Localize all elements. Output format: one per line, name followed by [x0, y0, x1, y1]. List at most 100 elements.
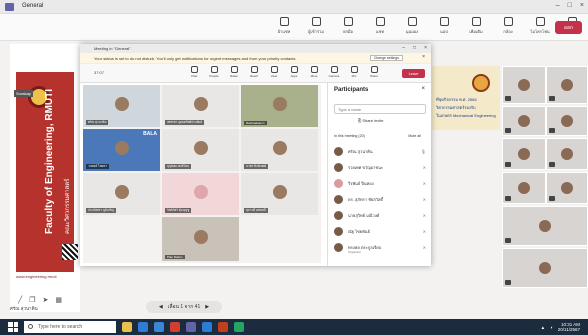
outer-tile[interactable] — [502, 66, 546, 104]
chrome-icon[interactable] — [170, 322, 180, 332]
outer-tile[interactable] — [502, 248, 588, 288]
in-meeting-section[interactable]: In this meeting (20) — [334, 134, 365, 138]
video-tile[interactable]: รัตติภัสร์ คุ้มบุญชู — [162, 173, 239, 215]
outer-tool-7[interactable]: กล้อง — [496, 17, 520, 35]
store-icon[interactable] — [154, 322, 164, 332]
mic-off-icon: ✕ — [422, 197, 426, 202]
change-settings-button[interactable]: Change settings — [369, 55, 403, 61]
minimize-icon[interactable]: – — [402, 45, 405, 51]
copy-icon[interactable]: ❐ — [29, 296, 35, 304]
share-invite-button[interactable]: ⎘ Share invite — [358, 118, 383, 123]
participant-row[interactable]: ศรัณ สุวนาคิน 🎙 — [334, 145, 426, 158]
participant-row[interactable]: ณัฐ ไชยพันธ์ ✕ — [334, 225, 426, 238]
react-icon — [250, 66, 258, 73]
video-tile[interactable]: วนพงษ์ ไชยทา BALA — [83, 129, 160, 171]
tool-share[interactable]: Share — [365, 66, 383, 78]
react-icon — [375, 17, 385, 26]
share-icon — [370, 66, 378, 73]
pen-icon[interactable]: ╱ — [18, 296, 22, 304]
raise-hand-icon — [230, 66, 238, 73]
powerpoint-icon[interactable] — [218, 322, 228, 332]
video-tile[interactable]: Palo Radon — [162, 217, 239, 261]
outer-tile[interactable] — [502, 138, 546, 170]
close-icon[interactable]: × — [421, 86, 425, 92]
tool-view[interactable]: View — [265, 66, 283, 78]
outer-tile[interactable] — [546, 138, 588, 170]
network-icon[interactable]: ▲ — [541, 325, 545, 330]
video-tile[interactable]: นวพร สิงห์เทพย์ — [241, 129, 318, 171]
outer-tool-4[interactable]: มุมมอง — [400, 17, 424, 35]
tool-mic[interactable]: Mic — [345, 66, 363, 78]
tool-apps[interactable]: Apps — [285, 66, 303, 78]
grid-icon[interactable]: ▦ — [55, 296, 62, 304]
mute-all-button[interactable]: Mute all — [408, 134, 421, 138]
teams-logo-icon — [5, 3, 14, 11]
minimize-icon[interactable]: – — [556, 2, 560, 9]
avatar — [114, 96, 129, 111]
close-icon[interactable]: × — [580, 2, 584, 9]
video-tile[interactable]: สุภาวดี เดชมณี — [241, 173, 318, 215]
tool-camera[interactable]: Camera — [325, 66, 343, 78]
mic-off-icon: ✕ — [422, 229, 426, 234]
participant-row[interactable]: วีรพันธ์ ปิ่นทอง ✕ — [334, 177, 426, 190]
video-tile[interactable]: ศรัณ สุวนาคิน — [83, 85, 160, 127]
tool-react[interactable]: React — [245, 66, 263, 78]
participant-search-input[interactable]: Type a name — [334, 104, 426, 114]
outer-tile[interactable] — [546, 106, 588, 136]
file-explorer-icon[interactable] — [122, 322, 132, 332]
pointer-icon[interactable]: ➤ — [43, 296, 49, 304]
video-tile[interactable]: ประภัสสรา ภูมิเจริญ — [83, 173, 160, 215]
qr-code-icon — [62, 244, 78, 260]
outer-tool-6[interactable]: เพิ่มเติม — [464, 17, 488, 35]
video-tile[interactable]: Ratchadakorn — [241, 85, 318, 127]
tool-people[interactable]: People — [205, 66, 223, 78]
outer-tool-3[interactable]: แชท — [368, 17, 392, 35]
outer-tile[interactable] — [546, 172, 588, 204]
leave-button[interactable]: Leave — [402, 69, 425, 78]
participants-panel: Participants × Type a name ⎘ Share invit… — [327, 83, 431, 266]
teams-icon[interactable] — [186, 322, 196, 332]
taskbar-search-input[interactable]: Type here to search — [24, 321, 116, 333]
avatar — [334, 211, 343, 220]
participant-row[interactable]: ทรงพล ตระกูลเรียบ ✕ Organizer — [334, 241, 426, 254]
maximize-icon[interactable]: □ — [413, 45, 416, 51]
avatar — [193, 96, 208, 111]
outer-tool-2[interactable]: ยกมือ — [336, 17, 360, 35]
window-controls: – □ × — [556, 2, 584, 9]
windows-start-icon[interactable] — [8, 322, 18, 332]
outer-tool-0[interactable]: ผ้าแชท — [272, 17, 296, 35]
avatar — [272, 96, 287, 111]
video-tile[interactable]: เพชรทา อุดมทรัพย์ประพันธ์ — [162, 85, 239, 127]
outer-tile[interactable] — [502, 106, 546, 136]
mic-icon: 🎙 — [420, 149, 426, 154]
close-icon[interactable]: × — [422, 54, 425, 60]
taskbar-clock[interactable]: 10:31 AM 20/11/2567 — [558, 322, 580, 332]
avatar — [193, 229, 208, 244]
avatar — [334, 243, 343, 252]
line-icon[interactable] — [234, 322, 244, 332]
tool-more[interactable]: More — [305, 66, 323, 78]
participant-row[interactable]: ดร. สุภัทรา ชัยสวัสดิ์ ✕ — [334, 193, 426, 206]
video-tile[interactable]: บุญชอบ พงษ์ไหม — [162, 129, 239, 171]
outer-tile[interactable] — [502, 206, 588, 246]
edge-icon[interactable] — [138, 322, 148, 332]
avatar — [334, 195, 343, 204]
maximize-icon[interactable]: □ — [568, 2, 572, 9]
close-icon[interactable]: × — [424, 45, 427, 51]
mic-off-icon: ✕ — [422, 213, 426, 218]
outer-tool-5[interactable]: แอป — [432, 17, 456, 35]
people-icon — [311, 17, 321, 26]
outer-tool-1[interactable]: ผู้เข้าร่วม — [304, 17, 328, 35]
participant-row[interactable]: นายสุวิทย์ มณีวงศ์ ✕ — [334, 209, 426, 222]
outer-tool-8[interactable]: ไมโครโฟน — [528, 17, 552, 35]
participant-row[interactable]: รวยเทศ ขวัญอาชนะ ✕ — [334, 161, 426, 174]
prev-slide-icon[interactable]: ◀ — [159, 304, 163, 310]
next-slide-icon[interactable]: ▶ — [205, 304, 209, 310]
word-icon[interactable] — [202, 322, 212, 332]
tool-chat[interactable]: Chat — [185, 66, 203, 78]
volume-icon[interactable]: ◖ — [550, 325, 553, 330]
tool-raise[interactable]: Raise — [225, 66, 243, 78]
outer-tile[interactable] — [502, 172, 546, 204]
outer-leave-button[interactable]: ออก — [555, 21, 582, 34]
outer-tile[interactable] — [546, 66, 588, 104]
